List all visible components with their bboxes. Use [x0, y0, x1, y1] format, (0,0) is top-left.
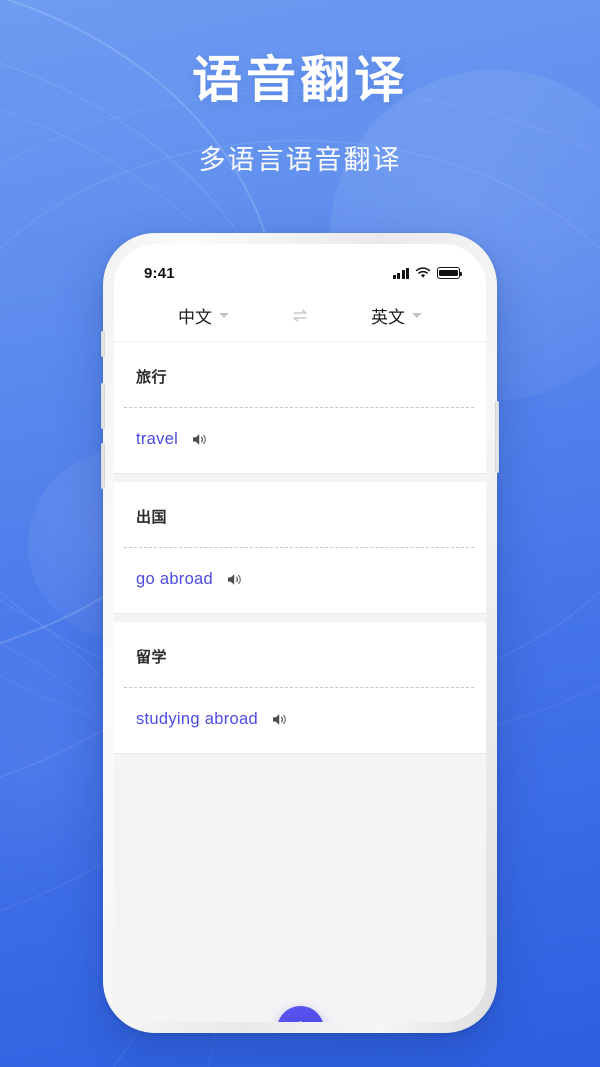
- page-title: 语音翻译: [192, 52, 408, 108]
- chevron-down-icon: [219, 313, 229, 318]
- phone-volume-down-button[interactable]: [101, 443, 105, 489]
- translation-card[interactable]: 留学 studying abroad: [114, 622, 486, 753]
- status-bar: 9:41: [114, 244, 486, 290]
- phone-power-button[interactable]: [495, 401, 499, 473]
- translation-result-row: travel: [114, 408, 486, 473]
- translation-target-text: travel: [136, 430, 179, 448]
- translation-card[interactable]: 旅行 travel: [114, 342, 486, 473]
- phone-silent-switch[interactable]: [101, 331, 105, 357]
- translation-target-text: studying abroad: [136, 710, 258, 728]
- phone-volume-up-button[interactable]: [101, 383, 105, 429]
- target-language-label: 英文: [371, 308, 405, 327]
- phone-mockup: 9:41 中文 英文 旅行 travel 出国 go abroad 留学 stu…: [101, 233, 499, 1033]
- cellular-signal-icon: [392, 267, 409, 279]
- translation-source-text: 出国: [136, 509, 168, 526]
- translation-result-row: go abroad: [114, 548, 486, 613]
- status-bar-clock: 9:41: [144, 264, 175, 282]
- translation-card[interactable]: 出国 go abroad: [114, 482, 486, 613]
- page-subtitle: 多语言语音翻译: [198, 144, 402, 175]
- phone-screen: 9:41 中文 英文 旅行 travel 出国 go abroad 留学 stu…: [114, 244, 486, 1022]
- status-bar-icons: [392, 267, 463, 279]
- translation-target-text: go abroad: [136, 570, 214, 588]
- wifi-icon: [415, 267, 431, 278]
- source-language-label: 中文: [178, 308, 212, 327]
- hero-text-block: 语音翻译 多语言语音翻译: [0, 52, 600, 177]
- source-language-selector[interactable]: 中文: [140, 303, 267, 328]
- mic-button-area: [114, 980, 486, 1022]
- speaker-icon[interactable]: [191, 432, 208, 447]
- speaker-icon[interactable]: [226, 572, 243, 587]
- translation-source-text: 旅行: [136, 369, 168, 386]
- microphone-icon: [298, 1021, 302, 1022]
- app-store-promo-screenshot: 语音翻译 多语言语音翻译 9:41 中文 英文 旅行 travel 出国 go …: [0, 0, 600, 1067]
- swap-arrows-icon: [292, 309, 307, 322]
- translation-result-row: studying abroad: [114, 688, 486, 753]
- target-language-selector[interactable]: 英文: [333, 303, 460, 328]
- language-selector-bar: 中文 英文: [114, 290, 486, 342]
- record-mic-button[interactable]: [276, 1006, 324, 1022]
- translation-source-text: 留学: [136, 649, 168, 666]
- translation-list: 旅行 travel 出国 go abroad 留学 studying abroa…: [114, 342, 486, 980]
- speaker-icon[interactable]: [271, 712, 288, 727]
- chevron-down-icon: [412, 313, 422, 318]
- swap-languages-button[interactable]: [267, 308, 333, 323]
- battery-full-icon: [437, 267, 463, 279]
